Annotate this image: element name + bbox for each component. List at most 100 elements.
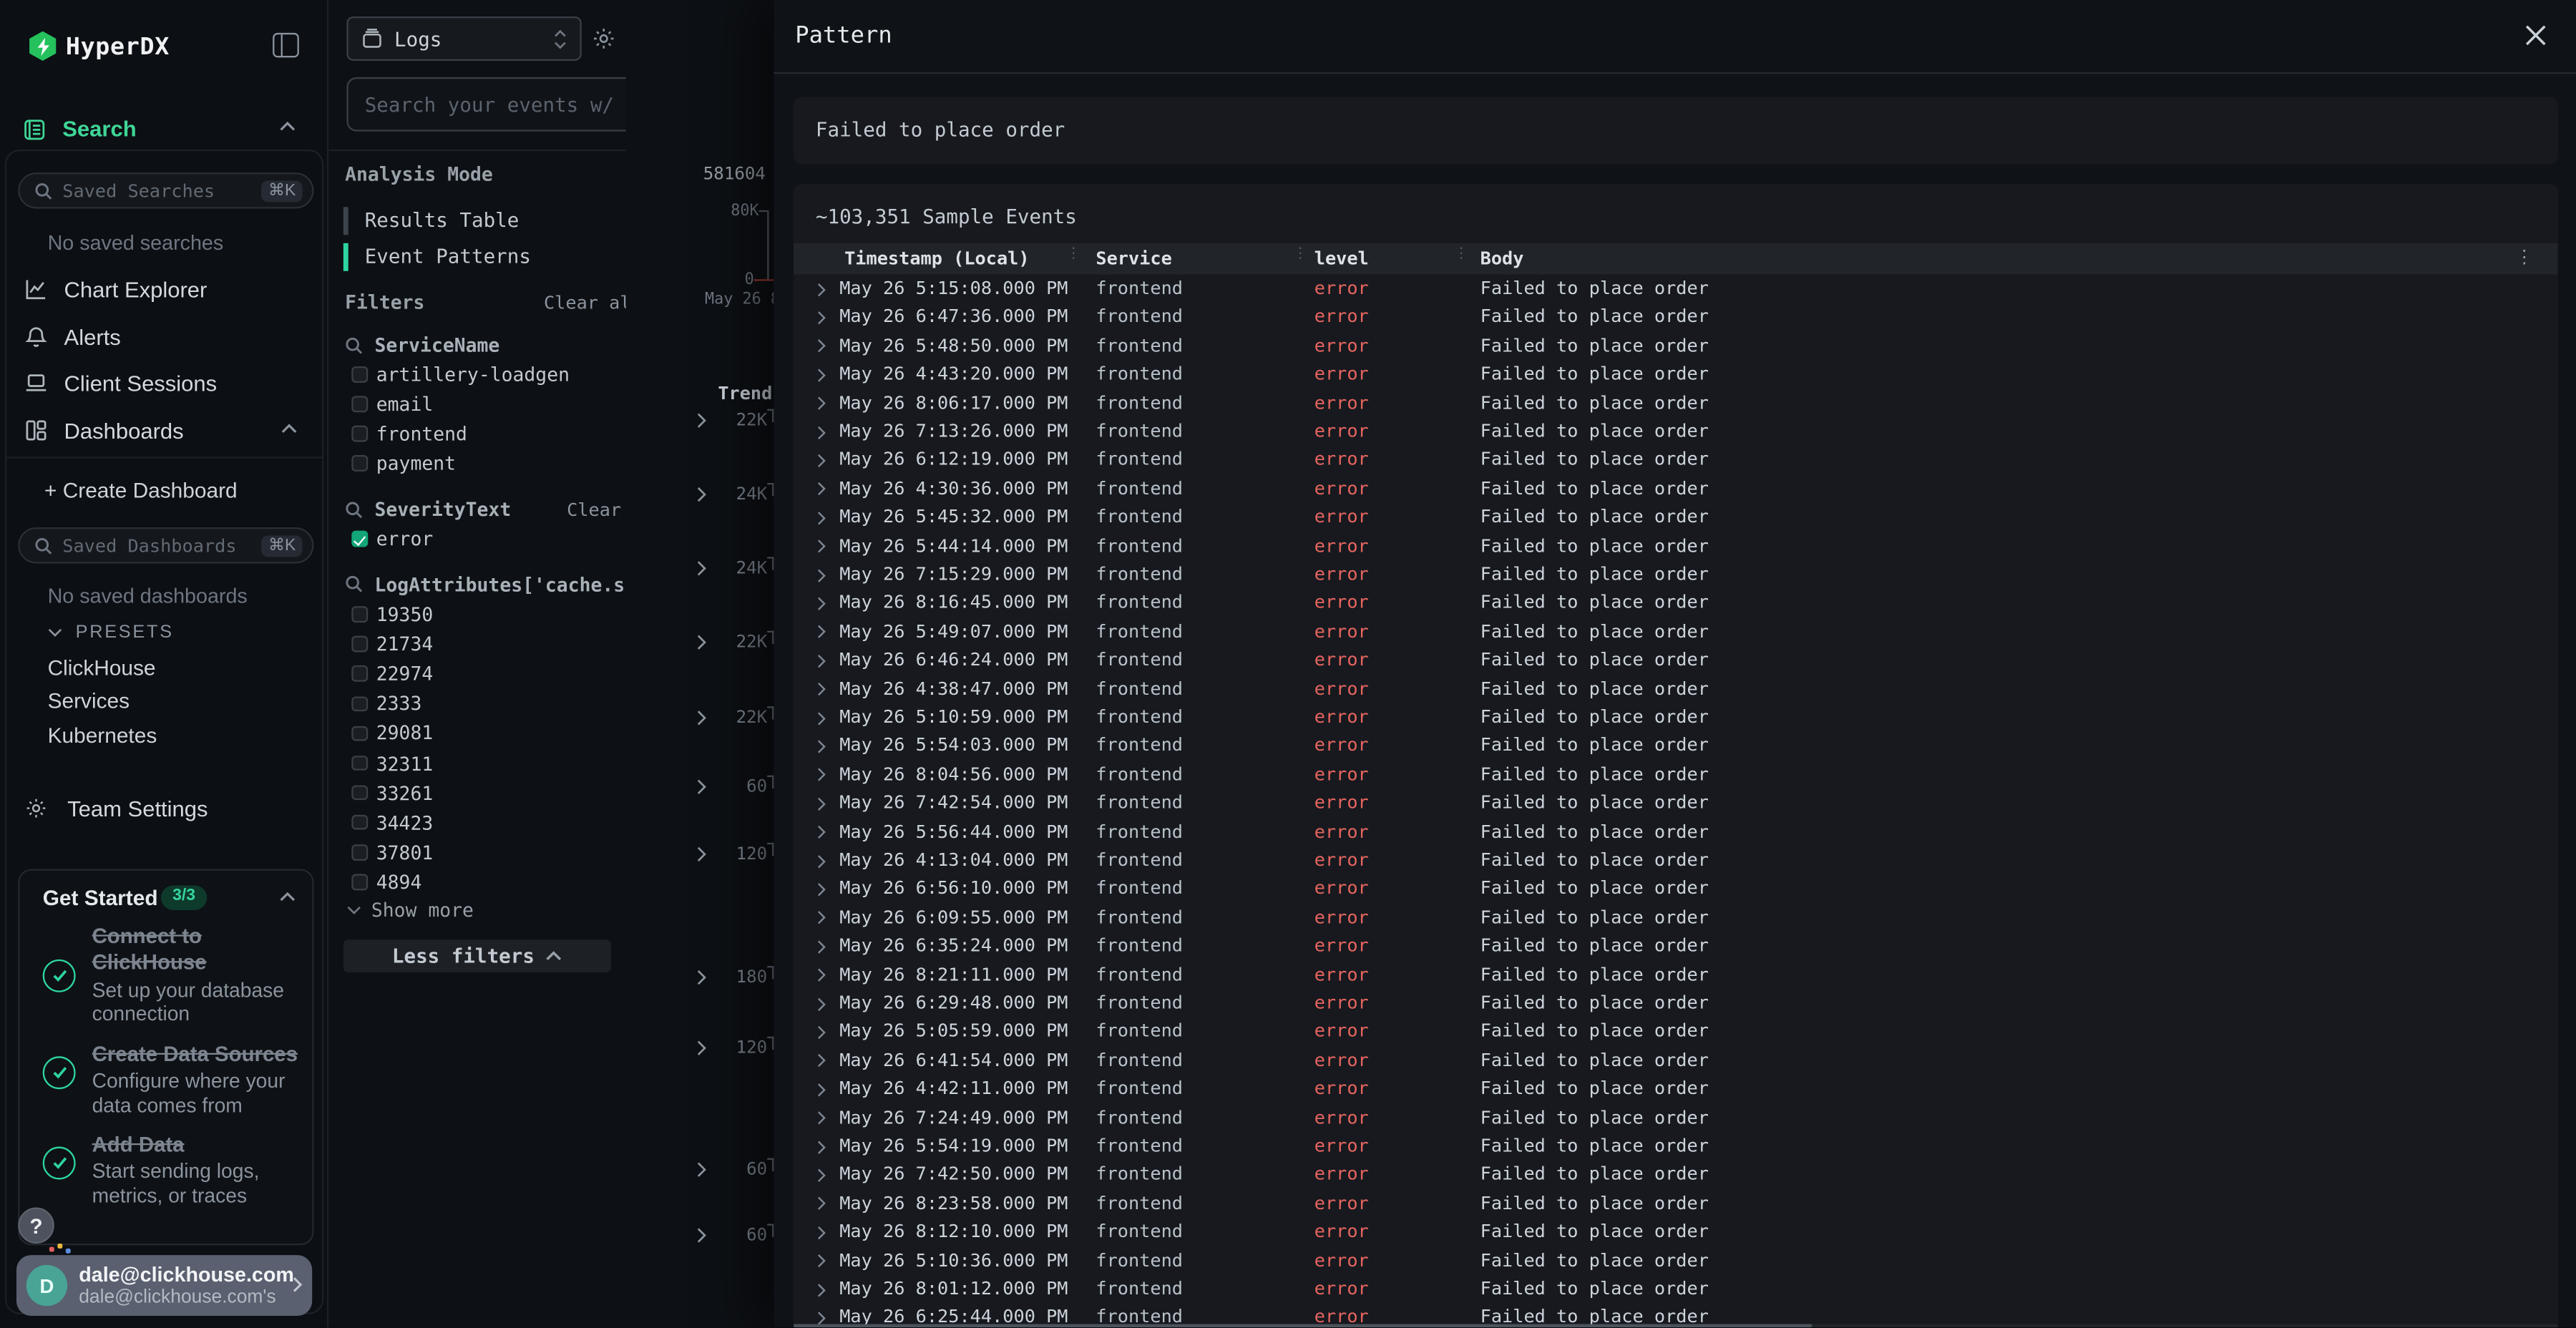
column-divider-icon[interactable]: ⋮: [1293, 246, 1308, 263]
expand-chevron-icon[interactable]: [816, 825, 826, 840]
expand-chevron-icon[interactable]: [816, 339, 826, 354]
col-body[interactable]: Body: [1480, 248, 1524, 270]
filter-option[interactable]: 29081: [351, 722, 433, 745]
filter-option[interactable]: payment: [351, 451, 456, 474]
expand-chevron-icon[interactable]: [816, 1254, 826, 1269]
pattern-row-fragment[interactable]: 60: [626, 776, 774, 799]
table-row[interactable]: May 26 7:42:54.000 PMfrontenderrorFailed…: [794, 788, 2558, 816]
expand-chevron-icon[interactable]: [816, 596, 826, 611]
show-more-link[interactable]: Show more: [346, 899, 474, 922]
sidebar-item-alerts[interactable]: Alerts: [6, 316, 322, 359]
expand-chevron-icon[interactable]: [816, 968, 826, 983]
table-row[interactable]: May 26 8:16:45.000 PMfrontenderrorFailed…: [794, 588, 2558, 617]
pattern-row-fragment[interactable]: 180: [626, 966, 774, 989]
checkbox[interactable]: [351, 636, 367, 652]
sidebar-item-search[interactable]: Search: [0, 112, 328, 148]
table-row[interactable]: May 26 6:29:48.000 PMfrontenderrorFailed…: [794, 988, 2558, 1017]
table-row[interactable]: May 26 6:41:54.000 PMfrontenderrorFailed…: [794, 1045, 2558, 1074]
table-row[interactable]: May 26 8:12:10.000 PMfrontenderrorFailed…: [794, 1217, 2558, 1246]
col-level[interactable]: level: [1314, 248, 1369, 270]
expand-chevron-icon[interactable]: [816, 682, 826, 697]
checkbox[interactable]: [351, 695, 367, 711]
mode-results-table[interactable]: Results Table: [343, 205, 615, 236]
source-select[interactable]: Logs: [346, 16, 581, 61]
pattern-row-fragment[interactable]: 60: [626, 1158, 774, 1181]
table-row[interactable]: May 26 8:21:11.000 PMfrontenderrorFailed…: [794, 960, 2558, 988]
expand-chevron-icon[interactable]: [816, 854, 826, 869]
table-row[interactable]: May 26 5:10:59.000 PMfrontenderrorFailed…: [794, 703, 2558, 731]
expand-chevron-icon[interactable]: [816, 711, 826, 726]
filter-option[interactable]: 22974: [351, 663, 433, 685]
table-row[interactable]: May 26 4:42:11.000 PMfrontenderrorFailed…: [794, 1074, 2558, 1103]
filter-option[interactable]: frontend: [351, 422, 467, 445]
pattern-row-fragment[interactable]: 24K: [626, 557, 774, 580]
filter-option[interactable]: 4894: [351, 871, 421, 894]
checkbox[interactable]: [351, 367, 367, 383]
sidebar-collapse-icon[interactable]: [273, 33, 299, 57]
table-row[interactable]: May 26 6:47:36.000 PMfrontenderrorFailed…: [794, 302, 2558, 331]
expand-chevron-icon[interactable]: [816, 1025, 826, 1040]
checkbox[interactable]: [351, 396, 367, 412]
filter-option[interactable]: 2333: [351, 692, 421, 715]
checkbox[interactable]: [351, 456, 367, 472]
expand-chevron-icon[interactable]: [816, 1082, 826, 1097]
checkbox[interactable]: [351, 426, 367, 441]
expand-chevron-icon[interactable]: [816, 625, 826, 640]
expand-chevron-icon[interactable]: [816, 796, 826, 811]
checkbox[interactable]: [351, 874, 367, 890]
expand-chevron-icon[interactable]: [816, 311, 826, 326]
expand-chevron-icon[interactable]: [816, 882, 826, 897]
table-row[interactable]: May 26 5:54:03.000 PMfrontenderrorFailed…: [794, 731, 2558, 759]
sidebar-item-services[interactable]: Services: [48, 688, 130, 713]
checkbox[interactable]: [351, 726, 367, 741]
expand-chevron-icon[interactable]: [816, 424, 826, 439]
expand-chevron-icon[interactable]: [816, 1168, 826, 1183]
expand-chevron-icon[interactable]: [816, 539, 826, 554]
table-row[interactable]: May 26 8:23:58.000 PMfrontenderrorFailed…: [794, 1188, 2558, 1217]
sidebar-item-chart-explorer[interactable]: Chart Explorer: [6, 270, 322, 313]
expand-chevron-icon[interactable]: [816, 1196, 826, 1211]
search-icon[interactable]: [345, 575, 363, 593]
search-icon[interactable]: [345, 500, 363, 518]
sidebar-item-client-sessions[interactable]: Client Sessions: [6, 363, 322, 406]
filter-option[interactable]: 33261: [351, 781, 433, 804]
checkbox[interactable]: [351, 666, 367, 682]
user-menu[interactable]: D dale@clickhouse.com dale@clickhouse.co…: [16, 1255, 312, 1316]
presets-toggle[interactable]: PRESETS: [48, 622, 174, 643]
sidebar-item-clickhouse[interactable]: ClickHouse: [48, 655, 156, 680]
expand-chevron-icon[interactable]: [816, 453, 826, 468]
table-row[interactable]: May 26 4:38:47.000 PMfrontenderrorFailed…: [794, 674, 2558, 703]
expand-chevron-icon[interactable]: [816, 1110, 826, 1126]
filter-option[interactable]: error: [351, 527, 433, 550]
filter-option[interactable]: email: [351, 393, 433, 416]
expand-chevron-icon[interactable]: [816, 739, 826, 754]
mode-event-patterns[interactable]: Event Patterns: [343, 240, 615, 272]
expand-chevron-icon[interactable]: [816, 1282, 826, 1297]
filter-option[interactable]: artillery-loadgen: [351, 363, 570, 386]
table-row[interactable]: May 26 7:42:50.000 PMfrontenderrorFailed…: [794, 1160, 2558, 1188]
table-row[interactable]: May 26 5:10:36.000 PMfrontenderrorFailed…: [794, 1246, 2558, 1274]
checkbox-checked[interactable]: [351, 531, 367, 547]
table-row[interactable]: May 26 6:12:19.000 PMfrontenderrorFailed…: [794, 445, 2558, 474]
pattern-row-fragment[interactable]: 22K: [626, 706, 774, 729]
search-icon[interactable]: [345, 336, 363, 354]
expand-chevron-icon[interactable]: [816, 1225, 826, 1240]
pattern-row-fragment[interactable]: 22K: [626, 631, 774, 654]
expand-chevron-icon[interactable]: [816, 368, 826, 383]
pattern-row-fragment[interactable]: 24K: [626, 483, 774, 506]
pattern-row-fragment[interactable]: 120: [626, 1037, 774, 1060]
close-icon[interactable]: [2522, 23, 2547, 47]
table-row[interactable]: May 26 6:09:55.000 PMfrontenderrorFailed…: [794, 902, 2558, 931]
pattern-row-fragment[interactable]: 60: [626, 1224, 774, 1246]
pattern-row-fragment[interactable]: 120: [626, 843, 774, 866]
expand-chevron-icon[interactable]: [816, 768, 826, 783]
expand-chevron-icon[interactable]: [816, 1053, 826, 1068]
table-row[interactable]: May 26 5:05:59.000 PMfrontenderrorFailed…: [794, 1017, 2558, 1045]
chevron-up-icon[interactable]: [279, 892, 296, 902]
saved-searches-input[interactable]: Saved Searches ⌘K: [18, 172, 313, 209]
expand-chevron-icon[interactable]: [816, 567, 826, 582]
table-row[interactable]: May 26 8:06:17.000 PMfrontenderrorFailed…: [794, 388, 2558, 416]
column-divider-icon[interactable]: ⋮: [1066, 246, 1081, 263]
pattern-row-fragment[interactable]: 22K: [626, 409, 774, 432]
expand-chevron-icon[interactable]: [816, 1139, 826, 1154]
